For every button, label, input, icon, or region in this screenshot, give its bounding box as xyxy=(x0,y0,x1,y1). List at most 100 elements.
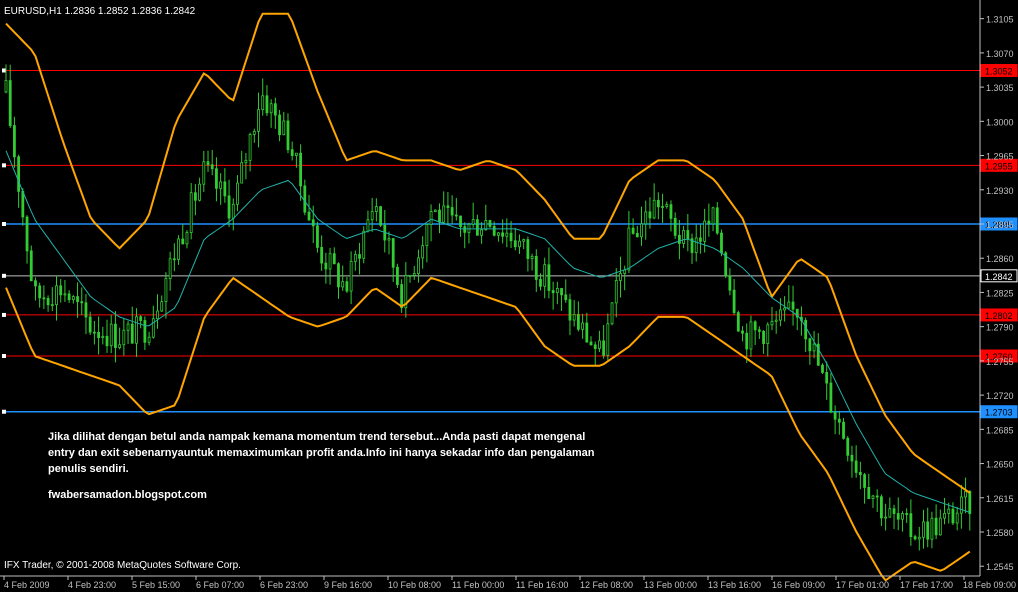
candle-body xyxy=(526,239,530,259)
candle-body xyxy=(366,219,370,232)
candle-body xyxy=(846,437,850,456)
candle-body xyxy=(694,237,698,253)
x-tick-label: 18 Feb 09:00 xyxy=(963,580,1016,590)
candle-body xyxy=(122,329,126,346)
candle-body xyxy=(964,490,967,498)
line-marker xyxy=(2,409,6,414)
candle-body xyxy=(576,314,580,330)
candle-body xyxy=(711,207,715,225)
y-tick-label: 1.2545 xyxy=(986,562,1014,572)
y-tick-label: 1.2930 xyxy=(986,186,1014,196)
candle-body xyxy=(240,162,244,184)
candle-body xyxy=(749,321,753,350)
candle-body xyxy=(332,253,336,265)
candle-body xyxy=(328,253,332,270)
candle-body xyxy=(206,161,210,166)
candle-body xyxy=(396,266,399,285)
candle-body xyxy=(808,338,812,352)
x-tick-label: 6 Feb 23:00 xyxy=(260,580,308,590)
candle-body xyxy=(135,316,138,344)
x-tick-label: 13 Feb 16:00 xyxy=(708,580,761,590)
candle-body xyxy=(139,316,143,321)
candle-body xyxy=(589,341,593,346)
candle-body xyxy=(210,164,214,170)
candle-body xyxy=(446,205,450,208)
candle-body xyxy=(627,227,631,271)
candle-body xyxy=(867,487,871,500)
candle-body xyxy=(745,332,749,350)
candle-body xyxy=(198,183,202,201)
candle-body xyxy=(863,474,866,488)
candle-body xyxy=(442,205,446,223)
candle-body xyxy=(947,508,951,514)
candle-body xyxy=(433,209,437,212)
candle-body xyxy=(59,285,63,296)
candle-body xyxy=(438,209,441,223)
blog-url: fwabersamadon.blogspot.com xyxy=(48,489,207,501)
candle-body xyxy=(248,134,252,161)
candle-body xyxy=(842,421,845,439)
candle-body xyxy=(177,238,180,260)
candle-body xyxy=(917,536,921,540)
y-tick-label: 1.2895 xyxy=(986,220,1014,230)
candle-body xyxy=(391,238,395,268)
candle-body xyxy=(202,161,206,185)
candle-body xyxy=(358,254,361,259)
candle-body xyxy=(450,207,454,216)
candle-body xyxy=(699,237,702,242)
candle-body xyxy=(513,240,517,248)
price-tag-label: 1.2802 xyxy=(985,311,1013,321)
price-tag-label: 1.2842 xyxy=(985,272,1013,282)
candle-body xyxy=(959,496,963,514)
candle-body xyxy=(71,296,75,301)
candle-body xyxy=(294,152,298,156)
candle-body xyxy=(774,319,778,322)
candle-body xyxy=(829,382,833,413)
candle-body xyxy=(509,232,513,242)
candle-body xyxy=(943,512,946,519)
candle-body xyxy=(821,364,824,373)
candle-body xyxy=(244,159,248,164)
y-tick-label: 1.2685 xyxy=(986,425,1014,435)
candle-body xyxy=(585,322,589,343)
price-tag-label: 1.3052 xyxy=(985,66,1013,76)
x-tick-label: 17 Feb 01:00 xyxy=(836,580,889,590)
candle-body xyxy=(593,344,597,349)
x-tick-label: 6 Feb 07:00 xyxy=(196,580,244,590)
candle-body xyxy=(408,274,412,277)
candle-body xyxy=(728,275,732,291)
y-tick-label: 1.2755 xyxy=(986,357,1014,367)
candle-body xyxy=(387,238,391,241)
candle-body xyxy=(572,314,576,321)
candle-body xyxy=(4,80,8,93)
candle-body xyxy=(543,264,547,287)
candle-body xyxy=(311,219,315,227)
x-tick-label: 11 Feb 16:00 xyxy=(516,580,568,590)
price-tag-label: 1.2955 xyxy=(985,161,1013,171)
candle-body xyxy=(417,257,420,274)
y-tick-label: 1.2790 xyxy=(986,323,1014,333)
candle-body xyxy=(518,240,521,248)
candle-body xyxy=(492,225,496,236)
candle-body xyxy=(362,230,366,259)
candle-body xyxy=(934,517,938,536)
candle-body xyxy=(673,217,677,236)
candle-body xyxy=(888,508,892,518)
candle-body xyxy=(905,513,909,515)
candle-body xyxy=(913,536,917,540)
x-tick-label: 9 Feb 16:00 xyxy=(324,580,372,590)
candle-body xyxy=(92,331,96,334)
candle-body xyxy=(84,302,88,318)
y-tick-label: 1.2615 xyxy=(986,494,1014,504)
candle-body xyxy=(349,260,353,292)
candle-body xyxy=(219,181,223,189)
candle-body xyxy=(80,301,84,304)
candle-body xyxy=(875,495,879,498)
candle-body xyxy=(871,495,875,500)
candle-body xyxy=(168,258,172,279)
candle-body xyxy=(63,293,67,296)
candle-body xyxy=(665,204,669,207)
candle-body xyxy=(156,310,159,320)
candle-body xyxy=(118,344,122,348)
candle-body xyxy=(8,80,12,126)
